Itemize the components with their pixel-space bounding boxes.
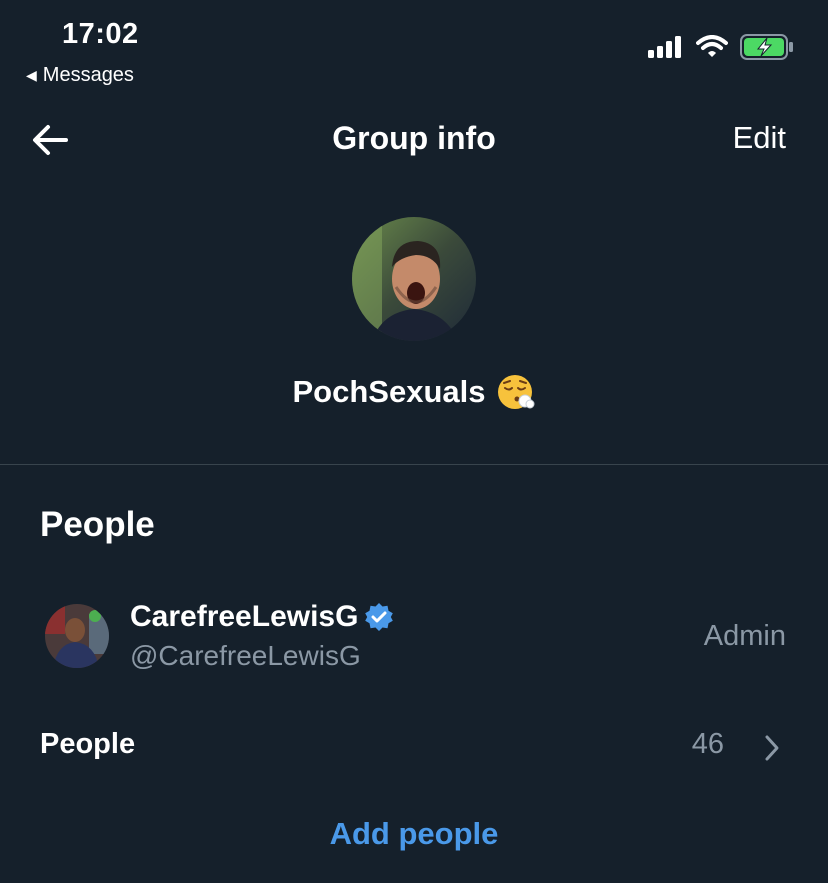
people-row-label: People — [40, 728, 136, 760]
wifi-icon — [696, 35, 728, 57]
member-display-name: CarefreeLewisG — [130, 600, 394, 634]
group-avatar[interactable] — [352, 217, 476, 341]
back-button[interactable] — [30, 120, 70, 160]
group-name: PochSexuals — [0, 372, 828, 412]
back-to-app-link[interactable]: ◀ Messages — [26, 64, 134, 87]
verified-badge-icon — [365, 603, 394, 631]
avatar — [45, 604, 109, 668]
arrow-left-icon — [33, 125, 68, 155]
section-divider — [0, 464, 828, 465]
member-name-text: CarefreeLewisG — [130, 600, 359, 633]
back-triangle-icon: ◀ — [26, 67, 37, 83]
page-title: Group info — [332, 120, 496, 156]
edit-button[interactable]: Edit — [733, 120, 786, 156]
cellular-signal-icon — [648, 36, 681, 58]
battery-charging-icon — [740, 34, 793, 60]
add-people-button[interactable]: Add people — [0, 816, 828, 852]
group-avatar-photo — [352, 217, 476, 341]
member-row[interactable]: CarefreeLewisG @CarefreeLewisG Admin — [0, 592, 828, 682]
people-count: 46 — [691, 728, 724, 760]
status-bar-time: 17:02 — [62, 18, 139, 50]
member-handle: @CarefreeLewisG — [130, 640, 361, 671]
group-name-text: PochSexuals — [292, 374, 486, 409]
member-role-badge: Admin — [703, 620, 786, 652]
status-icons — [648, 34, 794, 60]
people-list-row[interactable]: People 46 — [0, 720, 828, 776]
exhaling-face-emoji-icon — [498, 375, 535, 409]
back-to-app-label: Messages — [42, 64, 134, 86]
member-avatar-photo — [45, 604, 109, 668]
people-section-title: People — [40, 505, 155, 544]
chevron-right-icon — [765, 735, 779, 761]
